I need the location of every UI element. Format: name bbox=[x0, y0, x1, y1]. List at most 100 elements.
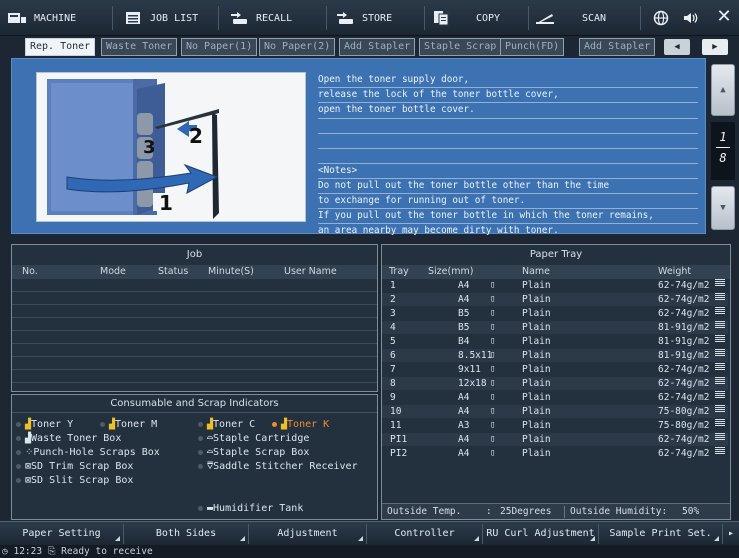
indicator-punch-hole-box: ⁘Punch-Hole Scraps Box bbox=[16, 447, 160, 458]
tray-paper-name: Plain bbox=[522, 378, 551, 389]
nav-machine[interactable]: MACHINE bbox=[6, 4, 76, 32]
tab-next-button[interactable]: ▶ bbox=[702, 39, 728, 55]
indicator-saddle-stitcher-receiver: ⩢Saddle Stitcher Receiver bbox=[198, 461, 358, 472]
table-row[interactable] bbox=[12, 292, 377, 305]
page-current: 1 bbox=[719, 130, 727, 144]
tray-row[interactable]: 8 12x18 Plain 62-74g/m2 ▯ bbox=[382, 377, 728, 390]
table-row[interactable] bbox=[12, 331, 377, 344]
scroll-up-button[interactable]: ▲ bbox=[711, 64, 735, 116]
paper-setting-button[interactable]: Paper Setting bbox=[0, 524, 124, 544]
tab-rep-toner[interactable]: Rep. Toner bbox=[25, 38, 96, 56]
paper-orientation-icon: ▯ bbox=[490, 350, 496, 360]
controller-button[interactable]: Controller bbox=[367, 524, 483, 544]
tray-paper-name: Plain bbox=[522, 336, 551, 347]
tray-row[interactable]: 10 A4 Plain 75-80g/m2 ▯ bbox=[382, 405, 728, 418]
tray-row[interactable]: 1 A4 Plain 62-74g/m2 ▯ bbox=[382, 279, 728, 292]
outside-temp-value: 25Degrees bbox=[500, 506, 552, 517]
tray-size: 8.5x11 bbox=[458, 350, 493, 361]
adjustment-button[interactable]: Adjustment bbox=[249, 524, 367, 544]
step-label: 2 bbox=[189, 124, 203, 148]
tab-no-paper-1[interactable]: No Paper(1) bbox=[181, 38, 258, 56]
tray-weight: 62-74g/m2 bbox=[658, 378, 710, 389]
paper-orientation-icon: ▯ bbox=[490, 434, 496, 444]
ru-curl-adjustment-button[interactable]: RU Curl Adjustment bbox=[483, 524, 599, 544]
tray-number: 2 bbox=[390, 294, 396, 305]
indicator-sd-slit-scrap-box: ⊠SD Slit Scrap Box bbox=[16, 475, 133, 486]
tray-row[interactable]: 3 B5 Plain 62-74g/m2 ▯ bbox=[382, 307, 728, 320]
globe-button[interactable] bbox=[650, 4, 678, 32]
tray-list[interactable]: 1 A4 Plain 62-74g/m2 ▯ 2 A4 Plain 62-74g/m2 ▯ 3 B5 P… bbox=[382, 279, 730, 479]
paper-level-icon bbox=[715, 363, 725, 370]
tab-label: Waste Toner bbox=[106, 41, 173, 52]
job-col-mode: Mode bbox=[100, 266, 126, 277]
tray-row[interactable]: PI2 A4 Plain 62-74g/m2 ▯ bbox=[382, 447, 728, 460]
notes-line: If you pull out the toner bottle in whic… bbox=[318, 210, 654, 222]
tab-add-stapler[interactable]: Add Stapler bbox=[339, 38, 416, 56]
table-row[interactable] bbox=[12, 279, 377, 292]
nav-divider bbox=[218, 6, 219, 30]
tray-weight: 81-91g/m2 bbox=[658, 336, 710, 347]
tab-no-paper-2[interactable]: No Paper(2) bbox=[259, 38, 336, 56]
nav-recall[interactable]: RECALL bbox=[228, 4, 292, 32]
tray-row[interactable]: 6 8.5x11 Plain 81-91g/m2 ▯ bbox=[382, 349, 728, 362]
both-sides-button[interactable]: Both Sides bbox=[124, 524, 249, 544]
tab-prev-button[interactable]: ◀ bbox=[664, 39, 690, 55]
tab-staple-scrap[interactable]: Staple Scrap bbox=[419, 38, 502, 56]
tab-add-stapler-2[interactable]: Add Stapler bbox=[579, 38, 656, 56]
tray-paper-name: Plain bbox=[522, 420, 551, 431]
tab-label: No Paper(1) bbox=[186, 41, 253, 52]
tray-size: B4 bbox=[458, 336, 470, 347]
tray-row[interactable]: PI1 A4 Plain 62-74g/m2 ▯ bbox=[382, 433, 728, 446]
nav-job-list[interactable]: JOB LIST bbox=[122, 4, 198, 32]
nav-copy[interactable]: COPY bbox=[430, 4, 500, 32]
speaker-icon bbox=[680, 10, 702, 26]
nav-scan[interactable]: SCAN bbox=[534, 4, 606, 32]
job-list[interactable] bbox=[12, 279, 377, 383]
job-title: Job bbox=[186, 249, 203, 260]
tray-paper-name: Plain bbox=[522, 406, 551, 417]
tab-waste-toner[interactable]: Waste Toner bbox=[101, 38, 178, 56]
tray-row[interactable]: 9 A4 Plain 62-74g/m2 ▯ bbox=[382, 391, 728, 404]
nav-store-label: STORE bbox=[362, 12, 393, 24]
tray-number: 1 bbox=[390, 280, 396, 291]
tray-weight: 62-74g/m2 bbox=[658, 280, 710, 291]
paper-level-icon bbox=[715, 349, 725, 356]
environment-bar: Outside Temp. : 25Degrees Outside Humidi… bbox=[382, 503, 730, 519]
indicator-staple-cartridge: ⌓Staple Cartridge bbox=[198, 433, 309, 444]
paper-orientation-icon: ▯ bbox=[490, 294, 496, 304]
scroll-down-button[interactable]: ▼ bbox=[711, 186, 735, 230]
tray-row[interactable]: 5 B4 Plain 81-91g/m2 ▯ bbox=[382, 335, 728, 348]
paper-level-icon bbox=[715, 419, 725, 426]
tray-row[interactable]: 4 B5 Plain 81-91g/m2 ▯ bbox=[382, 321, 728, 334]
paper-orientation-icon: ▯ bbox=[490, 280, 496, 290]
table-row[interactable] bbox=[12, 305, 377, 318]
tray-paper-name: Plain bbox=[522, 308, 551, 319]
instruction-line: open the toner bottle cover. bbox=[318, 104, 475, 116]
sample-print-set-button[interactable]: Sample Print Set. bbox=[599, 524, 723, 544]
tray-number: 3 bbox=[390, 308, 396, 319]
close-button[interactable]: ✕ bbox=[713, 6, 735, 28]
tray-number: 9 bbox=[390, 392, 396, 403]
volume-button[interactable] bbox=[680, 4, 708, 32]
tray-row[interactable]: 2 A4 Plain 62-74g/m2 ▯ bbox=[382, 293, 728, 306]
machine-icon bbox=[6, 10, 28, 26]
nav-machine-label: MACHINE bbox=[34, 12, 77, 24]
tab-label: Add Stapler bbox=[344, 41, 411, 52]
recall-icon bbox=[228, 10, 250, 26]
paper-level-icon bbox=[715, 405, 725, 412]
tray-size: A4 bbox=[458, 406, 470, 417]
nav-store[interactable]: STORE bbox=[334, 4, 392, 32]
tray-col-weight: Weight bbox=[658, 266, 692, 277]
tray-row[interactable]: 7 9x11 Plain 62-74g/m2 ▯ bbox=[382, 363, 728, 376]
bottom-next-button[interactable]: ▸ bbox=[723, 524, 739, 544]
tray-size: A4 bbox=[458, 280, 470, 291]
table-row[interactable] bbox=[12, 357, 377, 370]
table-row[interactable] bbox=[12, 318, 377, 331]
outside-temp-label: Outside Temp. bbox=[387, 506, 462, 517]
indicator-toner-m: ▟Toner M bbox=[100, 419, 157, 430]
table-row[interactable] bbox=[12, 370, 377, 383]
tray-size: B5 bbox=[458, 322, 470, 333]
tab-punch-fd[interactable]: Punch(FD) bbox=[500, 38, 565, 56]
table-row[interactable] bbox=[12, 344, 377, 357]
tray-row[interactable]: 11 A3 Plain 75-80g/m2 ▯ bbox=[382, 419, 728, 432]
